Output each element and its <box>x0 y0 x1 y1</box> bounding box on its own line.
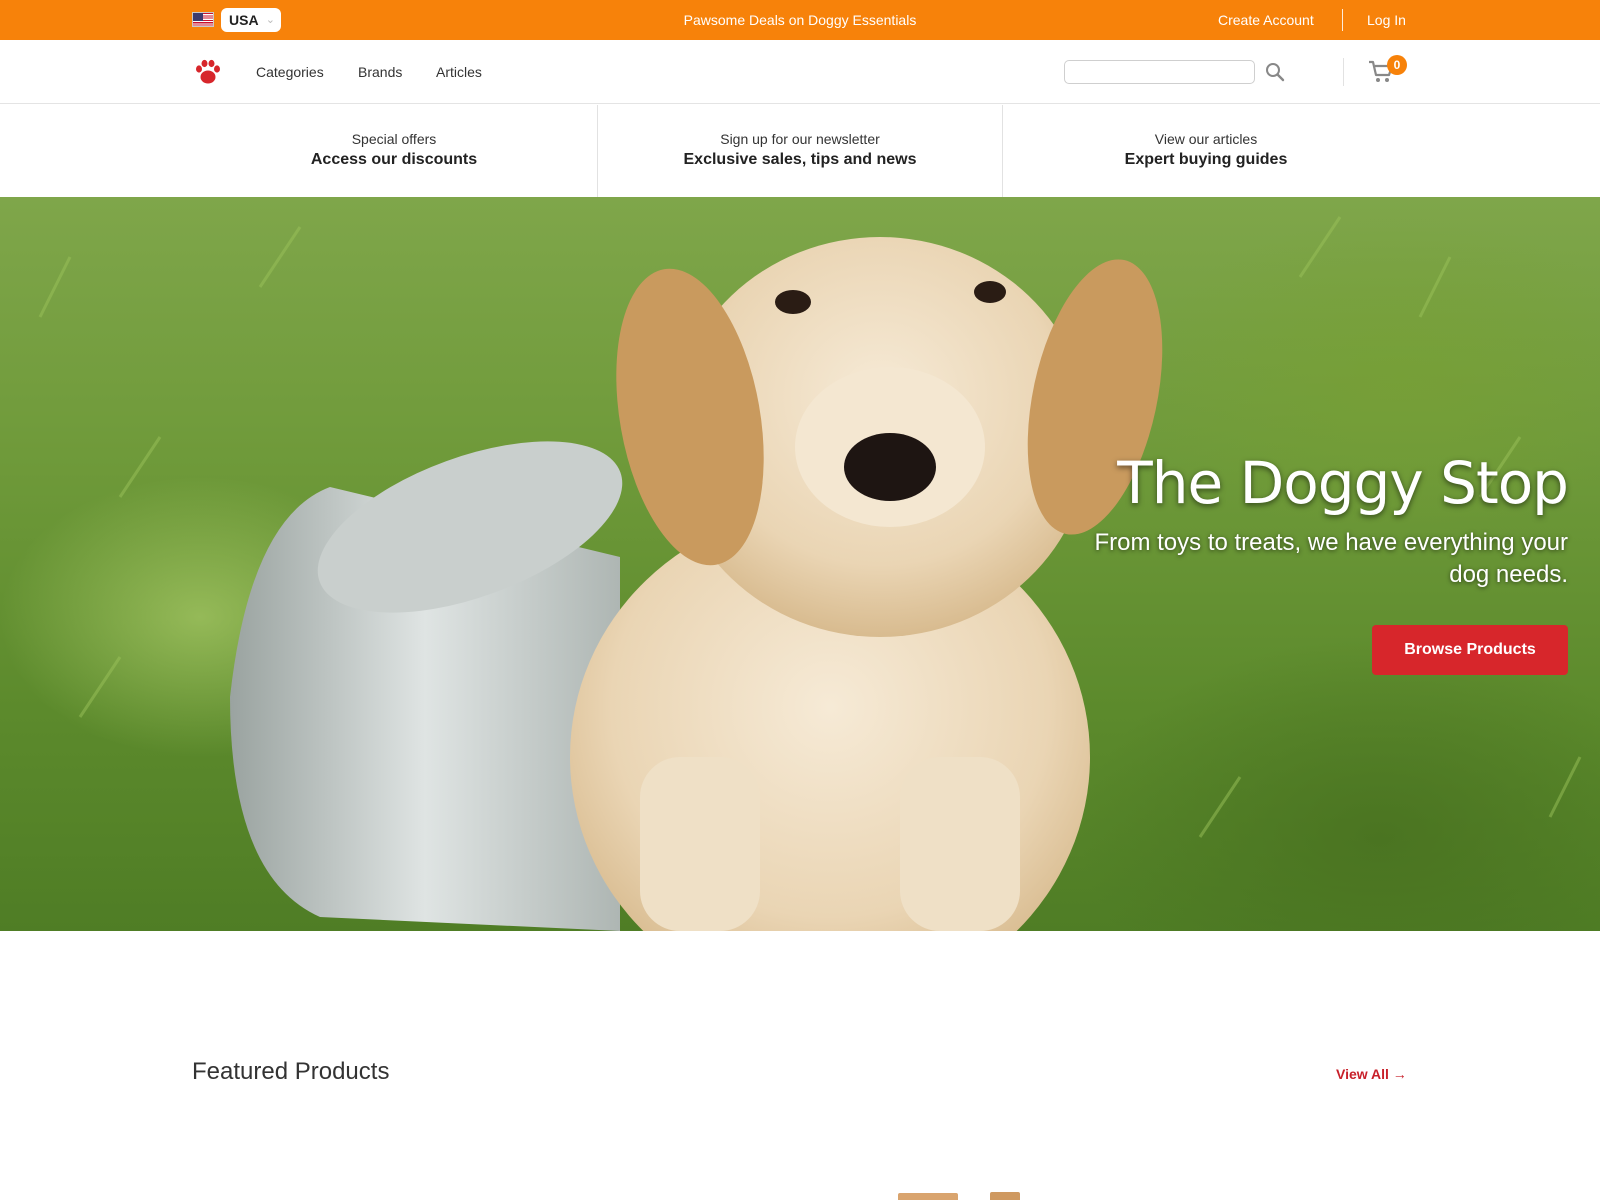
search-input[interactable] <box>1064 60 1255 84</box>
create-account-link[interactable]: Create Account <box>1218 0 1314 40</box>
nav-categories[interactable]: Categories <box>256 40 324 104</box>
strip-subtitle: View our articles <box>1154 131 1258 147</box>
promo-strip: Special offers Access our discounts Sign… <box>0 105 1600 197</box>
strip-special-offers[interactable]: Special offers Access our discounts <box>191 105 597 197</box>
product-image-peek <box>990 1192 1020 1200</box>
hero-title: The Doggy Stop <box>1117 449 1569 517</box>
strip-articles[interactable]: View our articles Expert buying guides <box>1003 105 1409 197</box>
nav-articles[interactable]: Articles <box>436 40 482 104</box>
featured-products-heading: Featured Products <box>192 1058 390 1085</box>
paw-icon[interactable] <box>194 58 222 86</box>
hero-banner: The Doggy Stop From toys to treats, we h… <box>0 197 1600 931</box>
view-all-link[interactable]: View All → <box>1336 1066 1407 1082</box>
strip-title: Expert buying guides <box>1124 151 1288 168</box>
main-nav: Categories Brands Articles 0 <box>0 40 1600 104</box>
strip-title: Access our discounts <box>310 151 478 168</box>
strip-subtitle: Sign up for our newsletter <box>720 131 880 147</box>
nav-brands[interactable]: Brands <box>358 40 402 104</box>
top-promo-bar: USA ⌄ Pawsome Deals on Doggy Essentials … <box>0 0 1600 40</box>
promo-text: Pawsome Deals on Doggy Essentials <box>683 12 917 28</box>
log-in-link[interactable]: Log In <box>1367 0 1406 40</box>
product-image-peek <box>898 1193 958 1200</box>
strip-subtitle: Special offers <box>351 131 437 147</box>
browse-products-button[interactable]: Browse Products <box>1372 625 1568 675</box>
hero-subtitle: From toys to treats, we have everything … <box>1094 529 1568 588</box>
topbar-divider <box>1342 9 1343 31</box>
search-icon[interactable] <box>1264 61 1286 83</box>
strip-title: Exclusive sales, tips and news <box>683 151 917 168</box>
strip-newsletter[interactable]: Sign up for our newsletter Exclusive sal… <box>597 105 1003 197</box>
nav-divider <box>1343 58 1344 86</box>
cart-count-badge: 0 <box>1387 55 1407 75</box>
